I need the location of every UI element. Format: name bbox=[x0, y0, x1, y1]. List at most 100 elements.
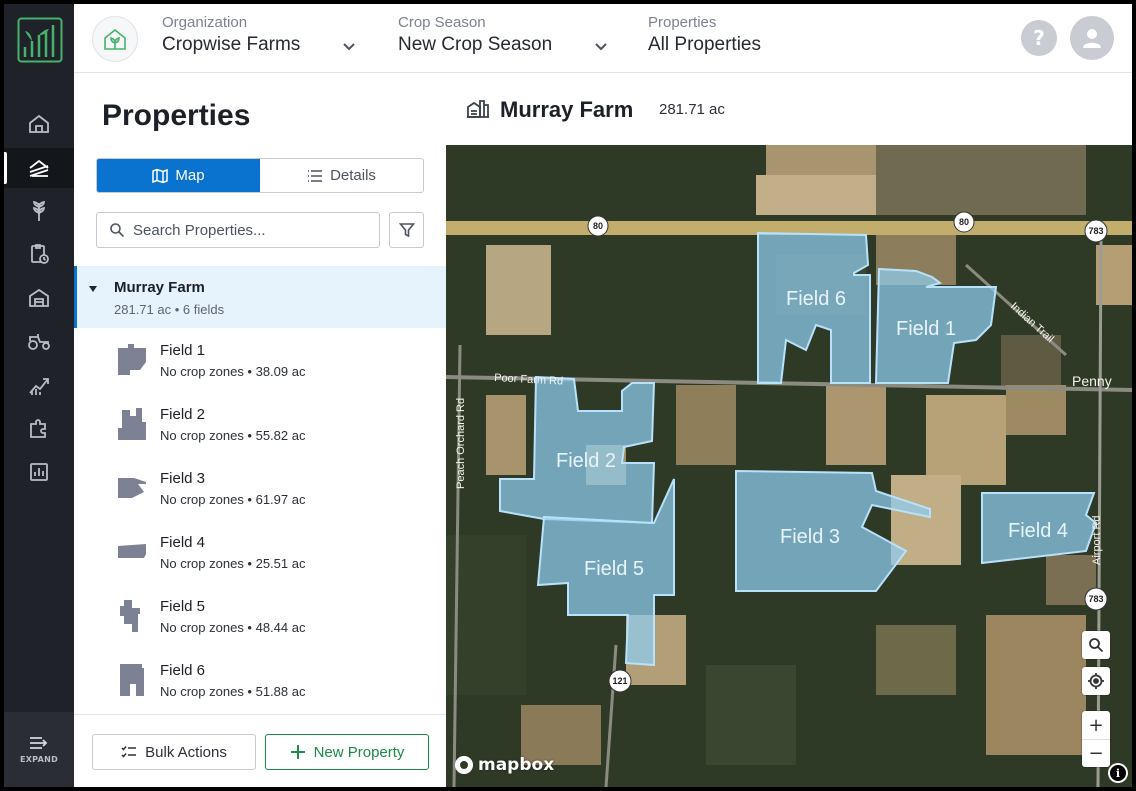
hwy-shield: 80 bbox=[959, 217, 969, 227]
expand-icon bbox=[30, 737, 48, 749]
map-view-tab[interactable]: Map bbox=[97, 159, 260, 192]
map-farm-title: Murray Farm bbox=[500, 97, 634, 122]
new-property-label: New Property bbox=[313, 743, 405, 761]
list-item[interactable]: Field 1 No crop zones • 38.09 ac bbox=[74, 328, 446, 392]
nav-warehouse[interactable] bbox=[4, 278, 74, 318]
hwy-shield: 80 bbox=[593, 221, 603, 231]
page-title: Properties bbox=[102, 99, 251, 132]
top-header: Organization Cropwise Farms Crop Season … bbox=[74, 4, 1132, 73]
field-meta: No crop zones • 48.44 ac bbox=[160, 620, 306, 635]
field-name: Field 4 bbox=[160, 534, 206, 551]
organization-caption: Organization bbox=[162, 14, 248, 31]
farm-name: Murray Farm bbox=[114, 279, 205, 296]
nav-crops[interactable] bbox=[4, 191, 74, 231]
field-name: Field 1 bbox=[160, 342, 206, 359]
checklist-icon bbox=[121, 746, 137, 758]
panel-footer: Bulk Actions New Property bbox=[74, 714, 446, 787]
chevron-down-icon bbox=[595, 43, 607, 51]
list-item[interactable]: Field 5 No crop zones • 48.44 ac bbox=[74, 584, 446, 648]
map-search-button[interactable] bbox=[1082, 631, 1110, 659]
app-window: EXPAND Organization Cropwise Farms Crop … bbox=[4, 4, 1132, 787]
help-button[interactable]: ? bbox=[1021, 20, 1057, 56]
chevron-down-icon bbox=[343, 43, 355, 51]
properties-selector[interactable]: Properties All Properties bbox=[648, 14, 848, 56]
filter-icon bbox=[398, 223, 415, 238]
hwy-shield: 121 bbox=[612, 676, 627, 686]
list-item[interactable]: Field 4 No crop zones • 25.51 ac bbox=[74, 520, 446, 584]
place-label: Penny bbox=[1072, 373, 1112, 389]
list-item[interactable]: Field 3 No crop zones • 61.97 ac bbox=[74, 456, 446, 520]
attribution-info-button[interactable]: i bbox=[1108, 763, 1128, 783]
search-icon bbox=[110, 223, 125, 238]
satellite-map[interactable]: Field 6 Field 1 Field 2 Field 5 Field 3 … bbox=[446, 145, 1132, 787]
search-input[interactable] bbox=[133, 221, 363, 239]
nav-rail: EXPAND bbox=[4, 4, 74, 787]
farm-meta: 281.71 ac • 6 fields bbox=[114, 302, 225, 317]
field-meta: No crop zones • 38.09 ac bbox=[160, 364, 306, 379]
mapbox-icon bbox=[455, 756, 473, 774]
hwy-shield: 783 bbox=[1088, 226, 1103, 236]
crop-season-selector[interactable]: Crop Season New Crop Season bbox=[398, 14, 618, 56]
caret-down-icon[interactable] bbox=[89, 286, 97, 292]
details-view-tab[interactable]: Details bbox=[260, 159, 423, 192]
properties-value: All Properties bbox=[648, 34, 761, 55]
nav-home[interactable] bbox=[4, 104, 74, 144]
avatar[interactable] bbox=[1070, 16, 1114, 60]
expand-label: EXPAND bbox=[19, 755, 59, 764]
filter-button[interactable] bbox=[389, 212, 424, 248]
farm-row[interactable]: Murray Farm 281.71 ac • 6 fields bbox=[74, 266, 446, 328]
search-icon bbox=[1089, 638, 1104, 653]
nav-analytics[interactable] bbox=[4, 365, 74, 405]
locate-button[interactable] bbox=[1082, 667, 1110, 695]
field-shape-icon bbox=[118, 478, 146, 498]
map-icon bbox=[152, 168, 169, 183]
nav-tasks[interactable] bbox=[4, 234, 74, 274]
details-view-label: Details bbox=[330, 167, 376, 184]
mapbox-label: mapbox bbox=[478, 755, 555, 775]
list-item[interactable]: Field 6 No crop zones • 51.88 ac bbox=[74, 648, 446, 712]
equipment-icon bbox=[28, 334, 50, 350]
map-canvas: Field 6 Field 1 Field 2 Field 5 Field 3 … bbox=[446, 145, 1132, 787]
tasks-icon bbox=[31, 244, 49, 264]
nav-properties[interactable] bbox=[4, 148, 74, 188]
map-field-label: Field 4 bbox=[1008, 520, 1068, 542]
field-name: Field 6 bbox=[160, 662, 206, 679]
bulk-actions-button[interactable]: Bulk Actions bbox=[92, 734, 256, 770]
field-shape-icon bbox=[118, 544, 146, 558]
nav-equipment[interactable] bbox=[4, 321, 74, 361]
expand-rail-button[interactable]: EXPAND bbox=[4, 712, 74, 787]
info-icon: i bbox=[1110, 765, 1126, 781]
zoom-controls: + − bbox=[1082, 711, 1110, 767]
farm-icon bbox=[467, 100, 489, 118]
nav-integrations[interactable] bbox=[4, 408, 74, 448]
zoom-out-button[interactable]: − bbox=[1082, 739, 1110, 767]
list-item[interactable]: Field 2 No crop zones • 55.82 ac bbox=[74, 392, 446, 456]
field-shape-icon bbox=[120, 664, 144, 696]
organization-selector[interactable]: Organization Cropwise Farms bbox=[162, 14, 372, 56]
app-logo-icon[interactable] bbox=[17, 17, 63, 63]
hwy-shield: 783 bbox=[1088, 594, 1103, 604]
mapbox-logo[interactable]: mapbox bbox=[454, 755, 554, 775]
bulk-actions-label: Bulk Actions bbox=[145, 743, 227, 761]
field-shape-icon bbox=[120, 600, 140, 632]
properties-panel: Properties Map Details Murray Farm 281.7… bbox=[74, 73, 446, 787]
road-label: Peach Orchard Rd bbox=[455, 398, 467, 489]
field-shape-icon bbox=[118, 408, 146, 440]
field-list: Field 1 No crop zones • 38.09 ac Field 2… bbox=[74, 328, 446, 714]
org-logo-icon[interactable] bbox=[92, 16, 138, 62]
map-farm-area: 281.71 ac bbox=[659, 101, 725, 118]
view-toggle: Map Details bbox=[96, 158, 424, 193]
zoom-in-button[interactable]: + bbox=[1082, 711, 1110, 739]
organization-value: Cropwise Farms bbox=[162, 34, 301, 55]
crosshair-icon bbox=[1088, 673, 1104, 689]
field-name: Field 3 bbox=[160, 470, 206, 487]
map-header: Murray Farm 281.71 ac bbox=[446, 73, 1132, 145]
new-property-button[interactable]: New Property bbox=[265, 734, 429, 770]
road-label: Airport Rd bbox=[1091, 515, 1103, 565]
field-meta: No crop zones • 25.51 ac bbox=[160, 556, 306, 571]
map-field-label: Field 2 bbox=[556, 450, 616, 472]
crop-icon bbox=[33, 200, 45, 221]
map-field-label: Field 3 bbox=[780, 526, 840, 548]
search-box bbox=[96, 212, 380, 248]
nav-reports[interactable] bbox=[4, 452, 74, 492]
